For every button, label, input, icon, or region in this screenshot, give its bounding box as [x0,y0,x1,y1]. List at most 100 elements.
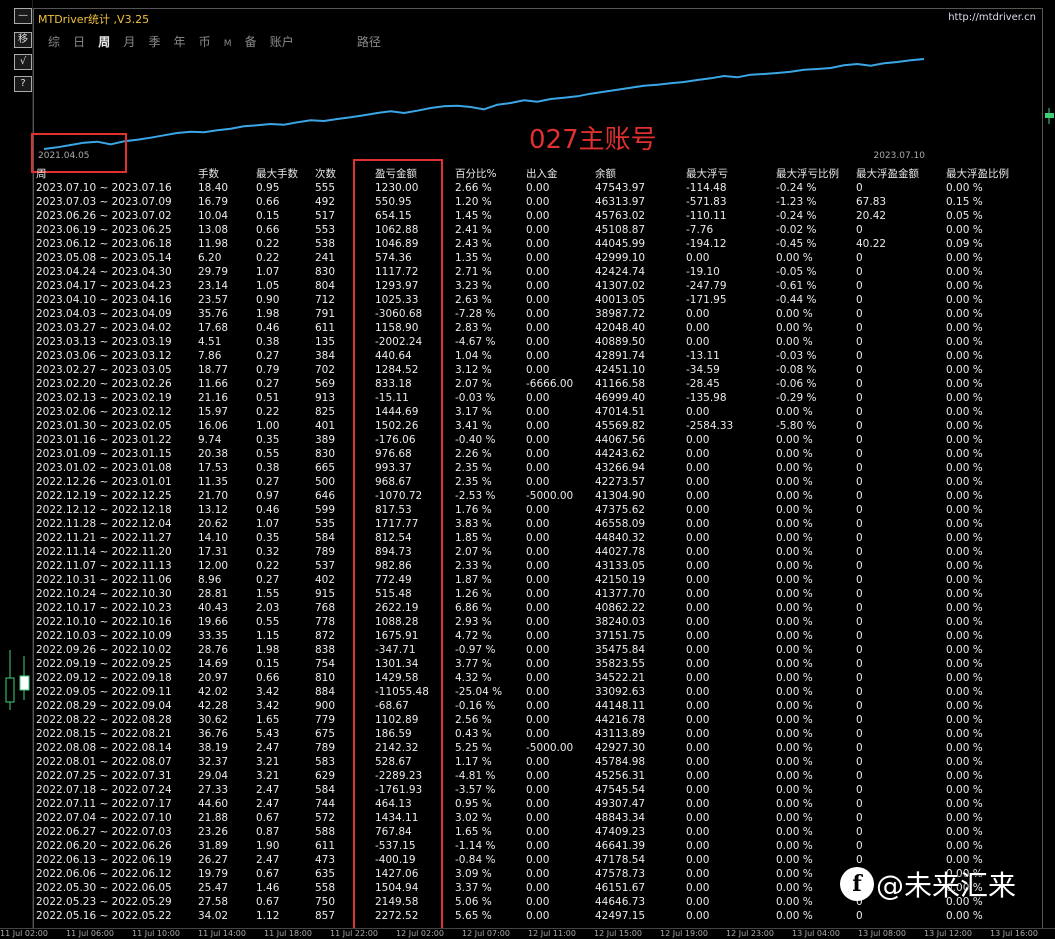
tab-week[interactable]: 周 [98,33,110,50]
tab-account[interactable]: 账户 [270,33,294,50]
column-header[interactable]: 最大浮盈金额 [856,165,946,181]
table-row[interactable]: 2022.09.19 ~ 2022.09.25 14.69 0.15 754 1301.… [36,657,1016,671]
tab-day[interactable]: 日 [73,33,85,50]
table-cell: 0 [856,742,863,754]
tab-notes[interactable]: 备 [245,33,257,50]
table-row[interactable]: 2022.11.14 ~ 2022.11.20 17.31 0.32 789 894.7… [36,545,1016,559]
table-row[interactable]: 2022.09.26 ~ 2022.10.02 28.76 1.98 838 -347.… [36,643,1016,657]
tab-month[interactable]: 月 [123,33,135,50]
table-row[interactable]: 2022.10.31 ~ 2022.11.06 8.96 0.27 402 772.49… [36,573,1016,587]
table-row[interactable]: 2023.01.09 ~ 2023.01.15 20.38 0.55 830 976.6… [36,447,1016,461]
table-row[interactable]: 2022.12.26 ~ 2023.01.01 11.35 0.27 500 968.6… [36,475,1016,489]
column-header[interactable]: 百分比% [455,165,526,181]
table-cell: -0.03 % [455,392,496,404]
table-cell: 0.00 [526,336,550,348]
table-row[interactable]: 2022.10.17 ~ 2022.10.23 40.43 2.03 768 2622.… [36,601,1016,615]
column-header[interactable]: 出入金 [526,165,595,181]
table-row[interactable]: 2023.05.08 ~ 2023.05.14 6.20 0.22 241 574.36… [36,251,1016,265]
tab-quarter[interactable]: 季 [148,33,160,50]
table-cell: 0.05 % [946,210,983,222]
table-cell: 2022.09.19 ~ 2022.09.25 [36,658,172,670]
table-row[interactable]: 2022.08.29 ~ 2022.09.04 42.28 3.42 900 -68.6… [36,699,1016,713]
table-row[interactable]: 2023.06.26 ~ 2023.07.02 10.04 0.15 517 654.1… [36,209,1016,223]
column-header[interactable]: 周 [36,165,198,181]
table-cell: 0.00 % [776,910,813,922]
table-row[interactable]: 2023.06.19 ~ 2023.06.25 13.08 0.66 553 1062.… [36,223,1016,237]
table-row[interactable]: 2022.07.04 ~ 2022.07.10 21.88 0.67 572 1434.… [36,811,1016,825]
table-row[interactable]: 2023.01.16 ~ 2023.01.22 9.74 0.35 389 -176.0… [36,433,1016,447]
table-row[interactable]: 2023.07.10 ~ 2023.07.16 18.40 0.95 555 1230.… [36,181,1016,195]
table-row[interactable]: 2022.07.18 ~ 2022.07.24 27.33 2.47 584 -1761… [36,783,1016,797]
table-cell: 0.00 [526,462,550,474]
table-row[interactable]: 2022.10.10 ~ 2022.10.16 19.66 0.55 778 1088.… [36,615,1016,629]
minimize-icon[interactable]: — [14,8,32,24]
tab-year[interactable]: 年 [174,33,186,50]
table-cell: 0.09 % [946,238,983,250]
table-cell: 0.00 % [946,266,983,278]
copy-icon[interactable]: 移 [14,32,32,48]
table-row[interactable]: 2022.09.05 ~ 2022.09.11 42.02 3.42 884 -1105… [36,685,1016,699]
table-cell: 0 [856,252,863,264]
table-row[interactable]: 2022.07.25 ~ 2022.07.31 29.04 3.21 629 -2289… [36,769,1016,783]
table-row[interactable]: 2023.02.06 ~ 2023.02.12 15.97 0.22 825 1444.… [36,405,1016,419]
table-row[interactable]: 2023.04.17 ~ 2023.04.23 23.14 1.05 804 1293.… [36,279,1016,293]
table-row[interactable]: 2022.10.24 ~ 2022.10.30 28.81 1.55 915 515.4… [36,587,1016,601]
website-link[interactable]: http://mtdriver.cn [948,12,1036,23]
table-row[interactable]: 2023.03.27 ~ 2023.04.02 17.68 0.46 611 1158.… [36,321,1016,335]
table-row[interactable]: 2022.11.07 ~ 2022.11.13 12.00 0.22 537 982.8… [36,559,1016,573]
table-row[interactable]: 2022.12.12 ~ 2022.12.18 13.12 0.46 599 817.5… [36,503,1016,517]
check-icon[interactable]: √ [14,54,32,70]
table-cell: 0.00 % [776,630,813,642]
table-row[interactable]: 2022.08.01 ~ 2022.08.07 32.37 3.21 583 528.6… [36,755,1016,769]
table-row[interactable]: 2022.10.03 ~ 2022.10.09 33.35 1.15 872 1675.… [36,629,1016,643]
table-row[interactable]: 2022.08.08 ~ 2022.08.14 38.19 2.47 789 2142.… [36,741,1016,755]
table-cell: 2022.06.20 ~ 2022.06.26 [36,840,172,852]
table-row[interactable]: 2023.04.10 ~ 2023.04.16 23.57 0.90 712 1025.… [36,293,1016,307]
table-row[interactable]: 2023.03.06 ~ 2023.03.12 7.86 0.27 384 440.64… [36,349,1016,363]
table-cell: 16.06 [198,420,229,432]
table-row[interactable]: 2023.01.02 ~ 2023.01.08 17.53 0.38 665 993.3… [36,461,1016,475]
table-row[interactable]: 2023.02.20 ~ 2023.02.26 11.66 0.27 569 833.1… [36,377,1016,391]
table-row[interactable]: 2022.06.20 ~ 2022.06.26 31.89 1.90 611 -537.… [36,839,1016,853]
column-header[interactable]: 手数 [198,165,256,181]
table-row[interactable]: 2022.11.28 ~ 2022.12.04 20.62 1.07 535 1717.… [36,517,1016,531]
tab-path[interactable]: 路径 [357,33,381,50]
column-header[interactable]: 最大手数 [256,165,315,181]
column-header[interactable]: 余额 [595,165,686,181]
table-row[interactable]: 2023.03.13 ~ 2023.03.19 4.51 0.38 135 -2002.… [36,335,1016,349]
table-row[interactable]: 2022.09.12 ~ 2022.09.18 20.97 0.66 810 1429.… [36,671,1016,685]
table-cell: 0.00 % [776,840,813,852]
table-row[interactable]: 2023.02.27 ~ 2023.03.05 18.77 0.79 702 1284.… [36,363,1016,377]
table-row[interactable]: 2022.08.22 ~ 2022.08.28 30.62 1.65 779 1102.… [36,713,1016,727]
table-cell: 0.00 % [776,756,813,768]
column-header[interactable]: 最大浮亏 [686,165,776,181]
column-header[interactable]: 最大浮盈比例 [946,165,1016,181]
table-row[interactable]: 2023.02.13 ~ 2023.02.19 21.16 0.51 913 -15.1… [36,391,1016,405]
table-row[interactable]: 2023.06.12 ~ 2023.06.18 11.98 0.22 538 1046.… [36,237,1016,251]
tab-currency[interactable]: 币 [199,33,211,50]
table-cell: 0 [856,182,863,194]
table-row[interactable]: 2022.06.27 ~ 2022.07.03 23.26 0.87 588 767.8… [36,825,1016,839]
table-cell: 0 [856,784,863,796]
table-cell: 2022.12.19 ~ 2022.12.25 [36,490,172,502]
table-row[interactable]: 2022.05.16 ~ 2022.05.22 34.02 1.12 857 2272.… [36,909,1016,923]
column-header[interactable]: 最大浮亏比例 [776,165,856,181]
table-cell: 0.00 % [946,658,983,670]
table-row[interactable]: 2022.12.19 ~ 2022.12.25 21.70 0.97 646 -1070… [36,489,1016,503]
tab-m[interactable]: M [224,39,232,49]
table-cell: 0 [856,406,863,418]
table-row[interactable]: 2023.07.03 ~ 2023.07.09 16.79 0.66 492 550.9… [36,195,1016,209]
help-icon[interactable]: ? [14,76,32,92]
table-cell: -194.12 [686,238,727,250]
table-cell: 2023.01.16 ~ 2023.01.22 [36,434,172,446]
table-cell: 0.00 [526,616,550,628]
table-cell: 0.00 [526,756,550,768]
tab-overview[interactable]: 综 [48,33,60,50]
table-row[interactable]: 2023.01.30 ~ 2023.02.05 16.06 1.00 401 1502.… [36,419,1016,433]
table-row[interactable]: 2022.11.21 ~ 2022.11.27 14.10 0.35 584 812.5… [36,531,1016,545]
table-row[interactable]: 2023.04.03 ~ 2023.04.09 35.76 1.98 791 -3060… [36,307,1016,321]
table-row[interactable]: 2023.04.24 ~ 2023.04.30 29.79 1.07 830 1117.… [36,265,1016,279]
table-row[interactable]: 2022.07.11 ~ 2022.07.17 44.60 2.47 744 464.1… [36,797,1016,811]
table-cell: 2022.11.28 ~ 2022.12.04 [36,518,172,530]
table-row[interactable]: 2022.08.15 ~ 2022.08.21 36.76 5.43 675 186.5… [36,727,1016,741]
